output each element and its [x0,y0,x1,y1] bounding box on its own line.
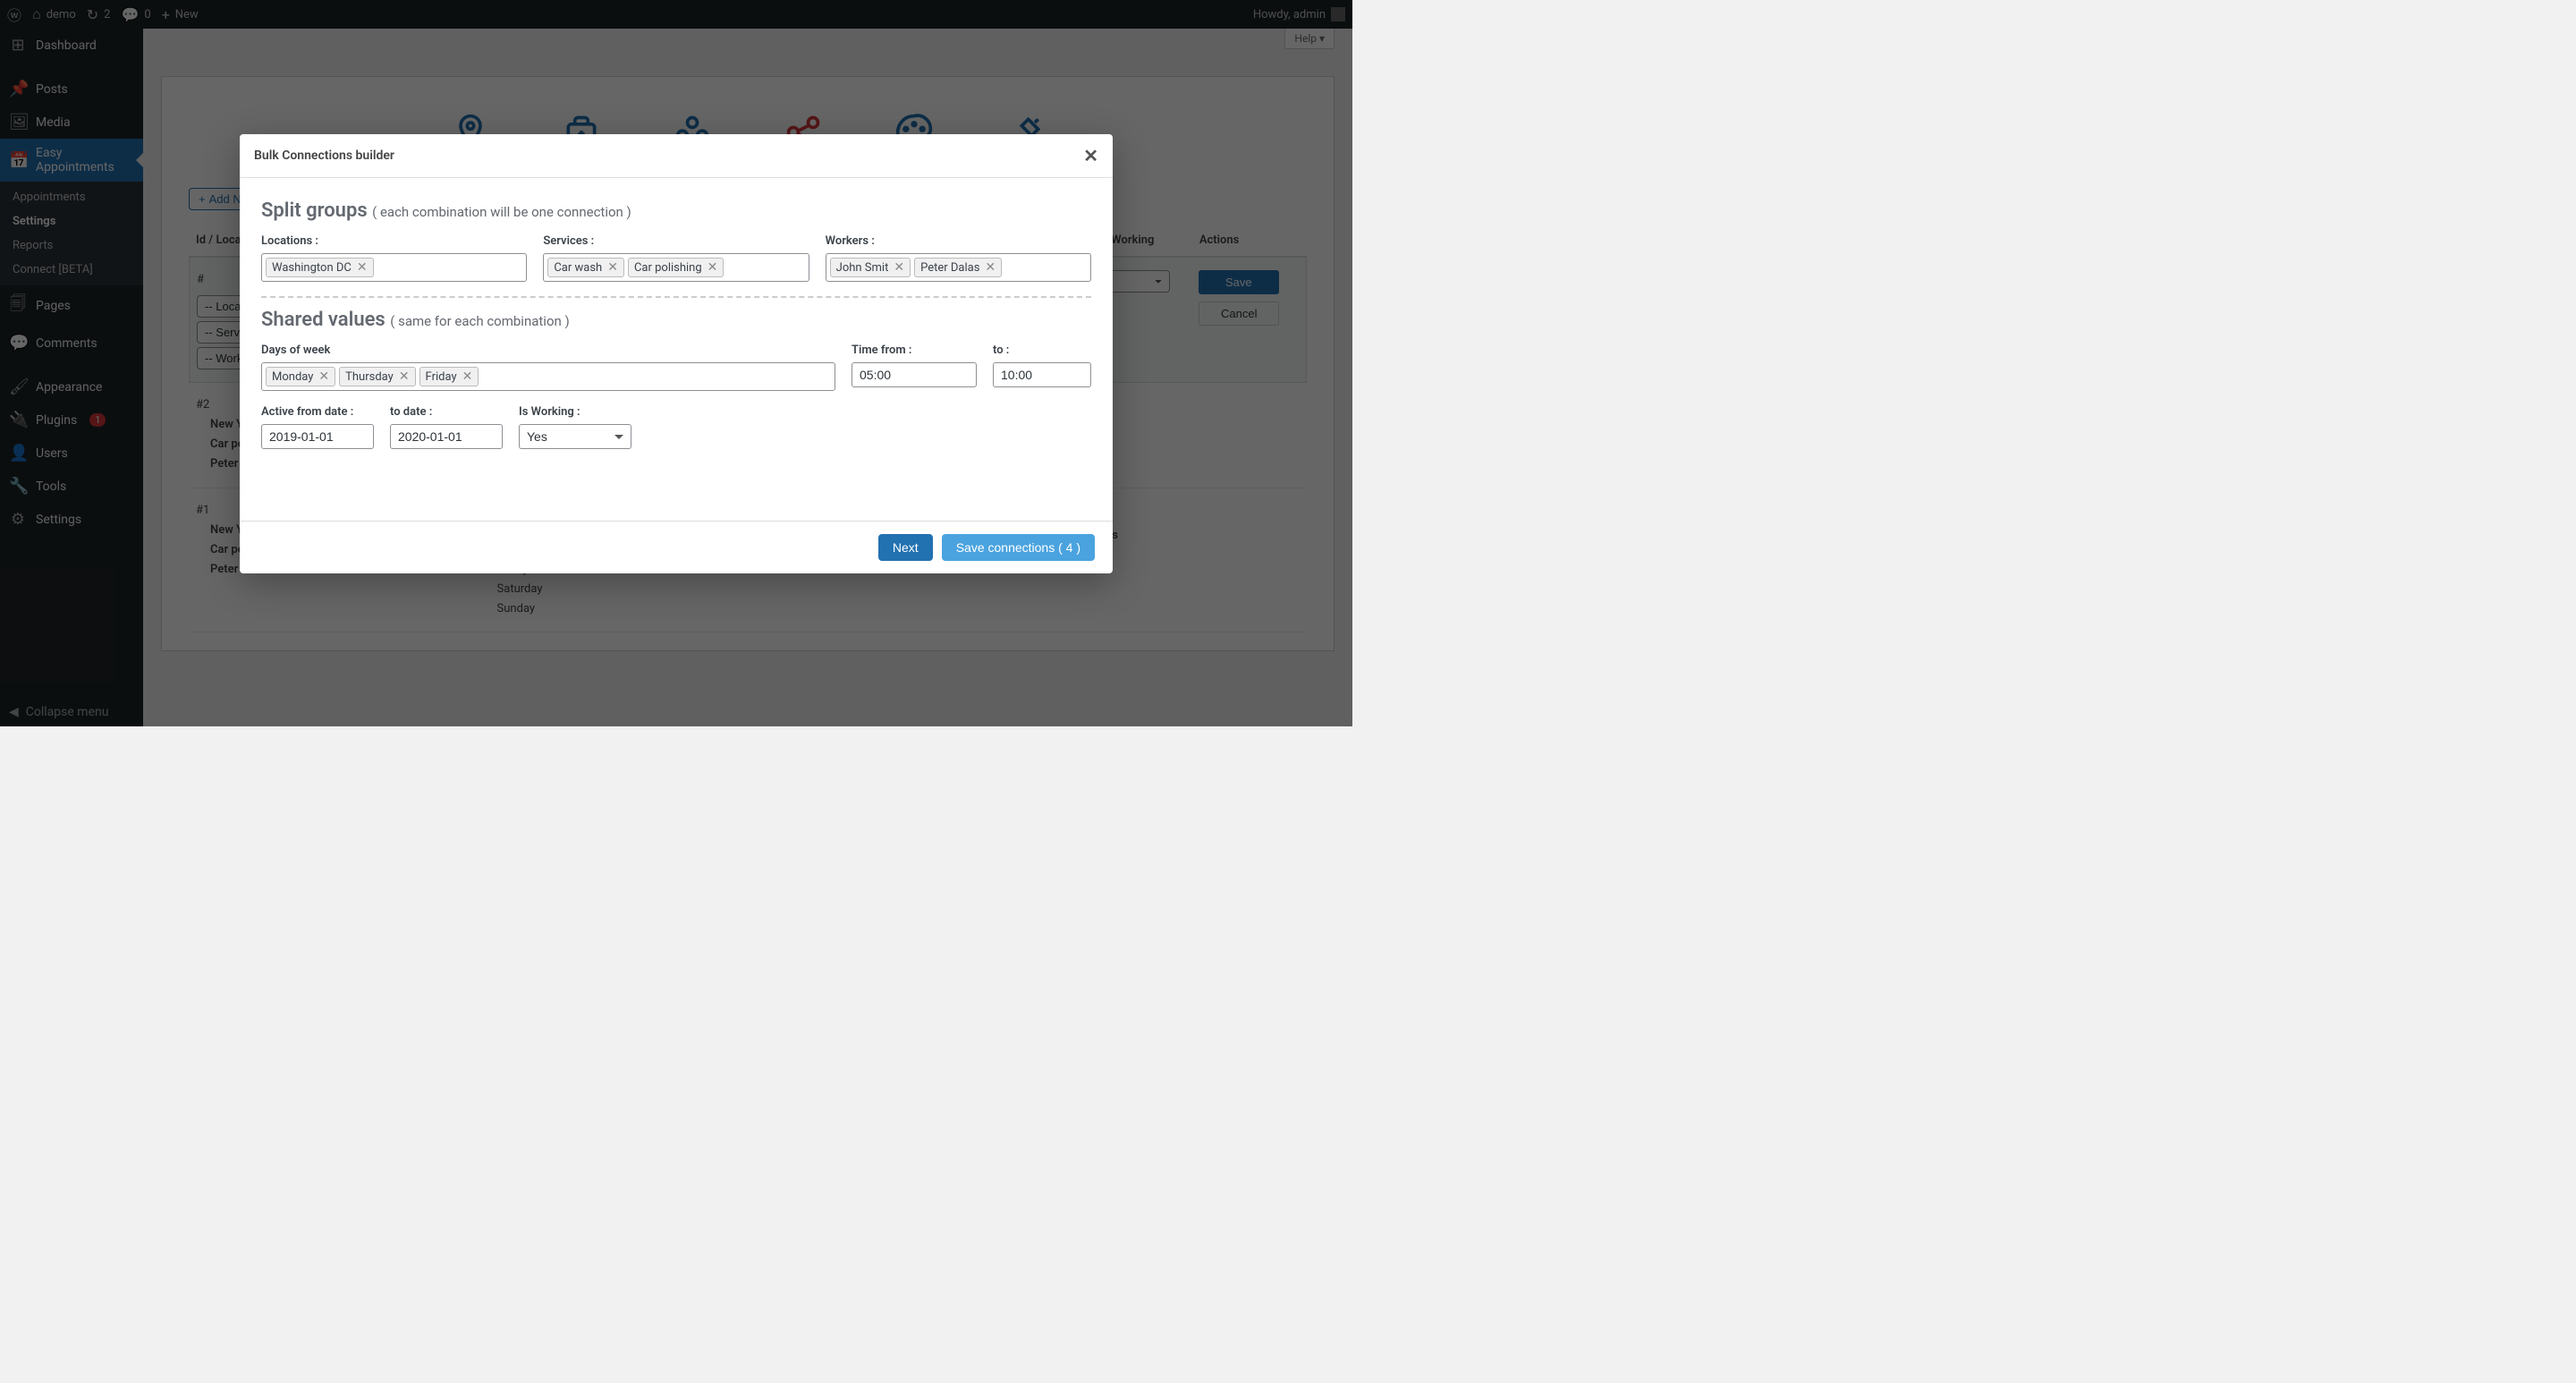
location-tag: Washington DC✕ [266,258,374,277]
remove-tag-icon[interactable]: ✕ [357,260,368,275]
services-label: Services : [543,234,809,248]
remove-tag-icon[interactable]: ✕ [894,260,904,275]
workers-input[interactable]: John Smit✕ Peter Dalas✕ [826,253,1091,282]
bulk-connections-modal: Bulk Connections builder ✕ Split groups … [240,134,1113,573]
remove-tag-icon[interactable]: ✕ [985,260,996,275]
is-working-label: Is Working : [519,405,631,419]
next-button[interactable]: Next [878,534,933,561]
days-label: Days of week [261,344,835,357]
locations-label: Locations : [261,234,527,248]
active-from-input[interactable] [261,424,374,449]
remove-tag-icon[interactable]: ✕ [708,260,718,275]
time-to-input[interactable] [993,362,1091,387]
active-from-label: Active from date : [261,405,374,419]
is-working-select[interactable]: Yes [519,424,631,449]
days-input[interactable]: Monday✕ Thursday✕ Friday✕ [261,362,835,391]
close-icon[interactable]: ✕ [1083,145,1098,166]
worker-tag: Peter Dalas✕ [914,258,1002,277]
day-tag: Thursday✕ [339,367,415,386]
divider [261,296,1091,298]
worker-tag: John Smit✕ [830,258,911,277]
service-tag: Car wash✕ [547,258,624,277]
save-connections-button[interactable]: Save connections ( 4 ) [942,534,1095,561]
time-from-label: Time from : [852,344,977,357]
to-date-input[interactable] [390,424,503,449]
remove-tag-icon[interactable]: ✕ [318,369,329,384]
remove-tag-icon[interactable]: ✕ [399,369,410,384]
service-tag: Car polishing✕ [628,258,724,277]
modal-title: Bulk Connections builder [254,148,394,163]
locations-input[interactable]: Washington DC✕ [261,253,527,282]
day-tag: Monday✕ [266,367,335,386]
services-input[interactable]: Car wash✕ Car polishing✕ [543,253,809,282]
day-tag: Friday✕ [419,367,479,386]
to-date-label: to date : [390,405,503,419]
time-from-input[interactable] [852,362,977,387]
time-to-label: to : [993,344,1091,357]
remove-tag-icon[interactable]: ✕ [607,260,618,275]
workers-label: Workers : [826,234,1091,248]
remove-tag-icon[interactable]: ✕ [462,369,473,384]
